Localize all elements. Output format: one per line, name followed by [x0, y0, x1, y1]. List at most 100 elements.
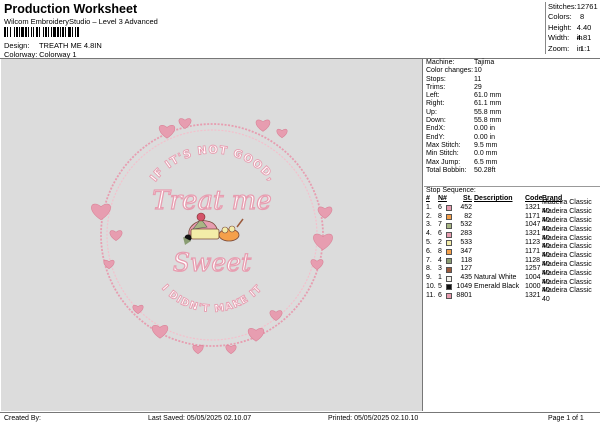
color-swatch [446, 293, 452, 300]
info-row: EndX: 0.00 in [424, 125, 600, 133]
cell-swatch [446, 249, 456, 256]
info-row: Machine: Tajima [424, 59, 600, 67]
stop-sequence-table: # N# St. Description Code Brand 1. 6 452 13… [424, 195, 600, 303]
cell-num: 10. [426, 282, 436, 290]
design-label: Design: [4, 41, 30, 50]
cookie-icon [221, 226, 229, 234]
cell-stitches: 8801 [456, 291, 472, 299]
stat-value: 4.40 in [576, 22, 592, 43]
cell-code: 1321 [525, 291, 541, 299]
cell-num: 8. [426, 265, 432, 273]
stat-label: Width: [548, 33, 570, 43]
cell-stitches: 435 [460, 274, 472, 282]
info-row: Color changes: 10 [424, 67, 600, 75]
cell-code: 1123 [525, 238, 541, 246]
info-label: Right: [426, 100, 445, 108]
heart-icon [310, 259, 324, 270]
info-label: Machine: [426, 59, 455, 66]
info-row: Max Jump: 6.5 mm [424, 159, 600, 167]
treat-me-text: Treat me [152, 186, 271, 216]
cell-needle: 6 [438, 291, 442, 299]
footer: Created By: Last Saved: 05/05/2025 02.10… [0, 412, 600, 424]
cell-code: 1047 [525, 221, 541, 229]
color-swatch [446, 240, 452, 247]
info-label: EndY: [426, 133, 445, 141]
cell-num: 2. [426, 212, 432, 220]
info-value: 61.1 mm [474, 100, 502, 108]
arc-text-bottom-path: I DIDN'T MAKE IT [159, 282, 264, 315]
info-value: 55.8 mm [474, 108, 502, 116]
heart-icon [91, 203, 111, 221]
cell-needle: 3 [438, 265, 442, 273]
info-label: Max Jump: [426, 158, 461, 166]
heart-icon [313, 233, 333, 251]
page-number: Page 1 of 1 [548, 415, 584, 422]
cake-layer-icon [190, 228, 220, 240]
color-swatch [446, 275, 452, 282]
stat-label: Height: [548, 22, 572, 32]
info-row: Up: 55.8 mm [424, 109, 600, 117]
machine-info: Machine: Tajima Color changes: 10 Stops: 11 Tr… [424, 59, 600, 175]
heart-icon [255, 119, 271, 132]
cell-needle: 6 [438, 230, 442, 238]
info-label: Left: [426, 92, 440, 100]
info-row: Trims: 29 [424, 84, 600, 92]
cell-num: 3. [426, 221, 432, 229]
cell-swatch [446, 240, 456, 247]
info-value: Tajima [474, 59, 495, 66]
design-preview-svg: IF IT'S NOT GOOD, Treat me Sweet I DIDN'… [91, 118, 333, 355]
color-swatch [446, 284, 452, 291]
info-value: 29 [474, 83, 482, 91]
cell-stitches: 347 [460, 247, 472, 255]
cell-code: 1171 [525, 212, 541, 220]
cell-swatch [446, 275, 456, 282]
design-name-row: Design: TREATH ME 4.8IN [4, 41, 102, 50]
cell-stitches: 1049 [456, 282, 472, 290]
sweet-text: Sweet [173, 248, 252, 277]
arc-text-top-path: IF IT'S NOT GOOD, [147, 143, 278, 185]
cell-num: 9. [426, 274, 432, 282]
cell-swatch [446, 231, 456, 238]
stop-sequence-title: Stop Sequence: [424, 186, 600, 194]
cell-swatch [446, 284, 456, 291]
cell-swatch [446, 222, 456, 229]
cell-code: 1257 [525, 265, 541, 273]
cell-num: 5. [426, 238, 432, 246]
col-stitches: St. [463, 195, 472, 202]
stat-value: 1:1 [580, 43, 591, 53]
cell-needle: 8 [438, 212, 442, 220]
info-value: 9.5 mm [474, 141, 498, 149]
page-title: Production Worksheet [4, 2, 138, 16]
info-label: Max Stitch: [426, 141, 461, 149]
info-row: Max Stitch: 9.5 mm [424, 142, 600, 150]
design-value: TREATH ME 4.8IN [38, 41, 102, 50]
info-label: Color changes: [426, 67, 474, 75]
cell-swatch [446, 205, 456, 212]
cell-code: 1321 [525, 203, 541, 211]
info-value: 6.5 mm [474, 158, 498, 166]
cell-description: Emerald Black [474, 282, 520, 290]
strawberry-icon [196, 212, 206, 222]
info-value: 50.28ft [474, 166, 496, 174]
info-label: EndX: [426, 125, 446, 133]
spoon-icon [236, 218, 244, 228]
info-value: 0.00 in [474, 125, 496, 133]
cell-needle: 2 [438, 238, 442, 246]
cell-code: 1128 [525, 256, 541, 264]
stat-value: 12761 [576, 2, 598, 11]
stat-value: 8 [580, 12, 585, 22]
stat-row: Stitches: 12761 [546, 2, 598, 12]
info-label: Up: [426, 108, 437, 116]
table-body: 1. 6 452 1321 Madeira Classic 40 2. 8 82 1171 Mad… [424, 199, 600, 303]
created-by: Created By: [4, 415, 41, 422]
info-row: Left: 61.0 mm [424, 92, 600, 100]
info-label: Stops: [426, 75, 446, 83]
cell-stitches: 283 [460, 230, 472, 238]
arc-text-bottom: I DIDN'T MAKE IT [159, 283, 265, 315]
info-value: 61.0 mm [474, 92, 502, 100]
cell-brand: Madeira Classic 40 [542, 287, 592, 304]
cell-num: 6. [426, 247, 432, 255]
col-num: # [426, 195, 430, 202]
stat-label: Zoom: [548, 43, 570, 53]
info-row: Total Bobbin: 50.28ft [424, 167, 600, 175]
